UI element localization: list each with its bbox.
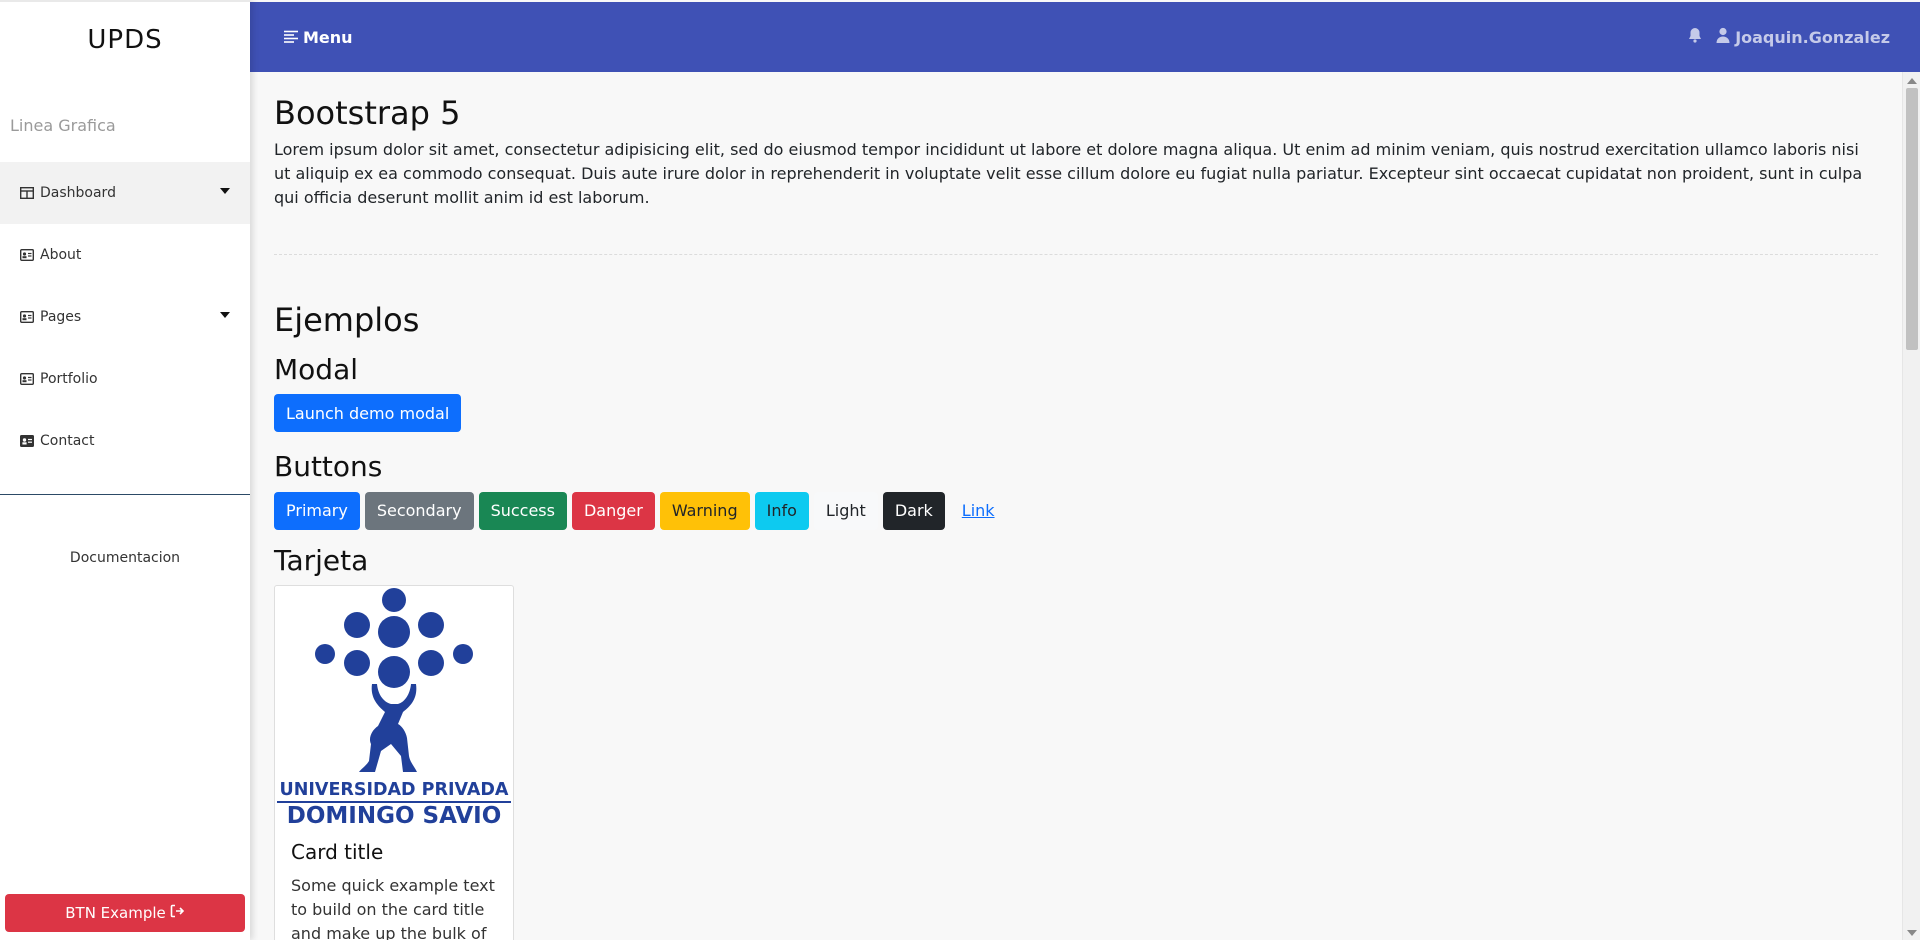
scroll-up-arrow-icon[interactable]: [1907, 78, 1917, 84]
link-button[interactable]: Link: [950, 492, 1007, 530]
logo-line-1: UNIVERSIDAD PRIVADA: [280, 780, 509, 800]
card-body: Card title Some quick example text to bu…: [275, 826, 513, 940]
launch-modal-button[interactable]: Launch demo modal: [274, 394, 462, 433]
main-content: Bootstrap 5 Lorem ipsum dolor sit amet, …: [250, 72, 1902, 940]
intro-paragraph: Lorem ipsum dolor sit amet, consectetur …: [274, 140, 1863, 208]
sidebar-nav: Dashboard About Pages Portfolio Contact: [0, 162, 250, 472]
card-text: Some quick example text to build on the …: [291, 876, 495, 940]
primary-button[interactable]: Primary: [274, 491, 360, 530]
header-right: Joaquin.Gonzalez: [1688, 27, 1890, 47]
example-card: UNIVERSIDAD PRIVADA DOMINGO SAVIO Card t…: [274, 585, 514, 940]
scroll-down-arrow-icon[interactable]: [1907, 930, 1917, 936]
sidebar-item-dashboard[interactable]: Dashboard: [0, 162, 250, 224]
caret-down-icon: [220, 188, 230, 194]
menu-label: Menu: [303, 27, 353, 47]
sidebar-item-pages[interactable]: Pages: [0, 286, 250, 348]
scroll-thumb[interactable]: [1906, 88, 1918, 350]
page-title: Bootstrap 5: [274, 94, 461, 132]
btn-example-button[interactable]: BTN Example: [5, 894, 245, 932]
info-button[interactable]: Info: [754, 491, 809, 530]
warning-button[interactable]: Warning: [659, 491, 750, 530]
user-menu[interactable]: Joaquin.Gonzalez: [1716, 27, 1890, 47]
content-divider: [274, 254, 1878, 256]
sidebar-item-label: Dashboard: [40, 185, 116, 201]
table-icon: [20, 187, 35, 199]
id-card-icon: [20, 373, 35, 385]
button-row: Primary Secondary Success Danger Warning…: [274, 491, 1878, 530]
light-button[interactable]: Light: [813, 491, 878, 530]
sidebar: UPDS Linea Grafica Dashboard About Pages: [0, 0, 250, 940]
menu-lines-icon: [284, 28, 298, 47]
sidebar-divider: [0, 494, 250, 495]
id-card-icon: [20, 249, 35, 261]
logo-line-2: DOMINGO SAVIO: [287, 803, 502, 826]
danger-button[interactable]: Danger: [571, 491, 655, 530]
sidebar-item-label: Contact: [40, 433, 95, 449]
card-heading: Tarjeta: [274, 543, 369, 577]
sidebar-item-about[interactable]: About: [0, 224, 250, 286]
dark-button[interactable]: Dark: [882, 491, 945, 530]
upds-logo-image: UNIVERSIDAD PRIVADA DOMINGO SAVIO: [277, 588, 511, 826]
sidebar-item-label: About: [40, 247, 82, 263]
caret-down-icon: [220, 312, 230, 318]
sidebar-item-label: Portfolio: [40, 371, 98, 387]
btn-example-label: BTN Example: [65, 904, 166, 922]
card-title: Card title: [291, 840, 384, 865]
id-card-icon: [20, 311, 35, 323]
user-name: Joaquin.Gonzalez: [1735, 27, 1890, 47]
bell-icon[interactable]: [1688, 27, 1702, 47]
examples-heading: Ejemplos: [274, 301, 420, 340]
user-icon: [1716, 27, 1730, 47]
address-card-icon: [20, 435, 35, 447]
sign-out-icon: [170, 904, 185, 922]
secondary-button[interactable]: Secondary: [364, 491, 474, 530]
menu-toggle-button[interactable]: Menu: [284, 28, 353, 47]
sidebar-item-label: Pages: [40, 309, 82, 325]
vertical-scrollbar[interactable]: [1902, 72, 1920, 940]
buttons-heading: Buttons: [274, 450, 383, 484]
brand-title: UPDS: [87, 25, 163, 55]
sidebar-item-portfolio[interactable]: Portfolio: [0, 348, 250, 410]
modal-heading: Modal: [274, 352, 358, 386]
sidebar-subtitle: Linea Grafica: [10, 116, 116, 135]
success-button[interactable]: Success: [478, 491, 567, 530]
documentation-link[interactable]: Documentacion: [0, 550, 250, 566]
top-navbar: Menu Joaquin.Gonzalez: [250, 2, 1920, 72]
sidebar-item-contact[interactable]: Contact: [0, 410, 250, 472]
